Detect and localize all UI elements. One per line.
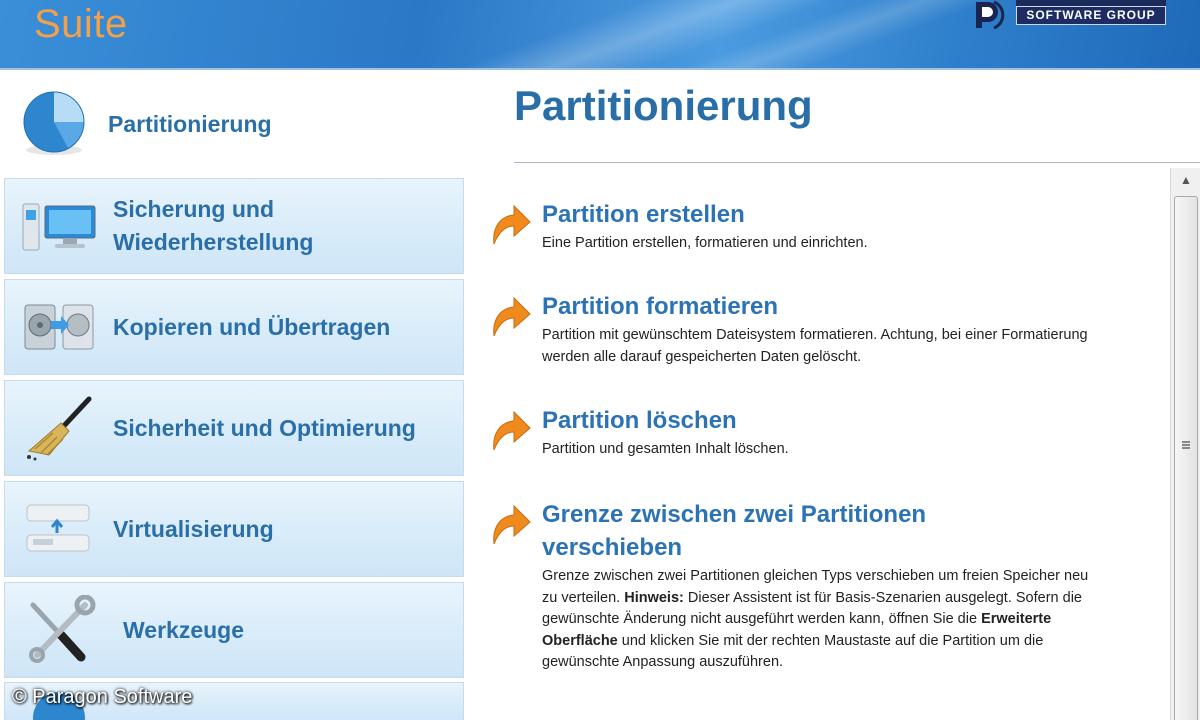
task-title[interactable]: Partition erstellen [542,198,1132,231]
copy-disk-icon [19,292,99,362]
main-panel: Partitionierung Partition erstellen Eine… [470,72,1200,720]
task-title[interactable]: Partition löschen [542,404,1132,437]
sidebar-item-label: Sicherung und Wiederherstellung [113,196,314,255]
task-description: Partition mit gewünschtem Dateisystem fo… [542,327,1088,365]
brand-wordmark: SOFTWARE GROUP [1016,0,1166,25]
task-grenze-verschieben[interactable]: Grenze zwischen zwei Partitionen verschi… [493,498,1132,674]
virtual-drive-icon [19,494,99,564]
orange-arrow-icon [493,204,531,245]
scroll-up-arrow-icon[interactable]: ▲ [1171,168,1200,192]
sidebar-item-sicherheit[interactable]: Sicherheit und Optimierung [4,380,464,476]
task-title[interactable]: Partition formatieren [542,290,1132,323]
app-title: Suite [34,2,128,46]
orange-arrow-icon [493,504,531,545]
vertical-scrollbar[interactable]: ▲ [1170,168,1200,720]
backup-computer-icon [19,191,99,261]
pie-chart-icon [14,89,94,159]
desc-hint-label: Hinweis: [624,589,684,606]
sidebar-item-kopieren[interactable]: Kopieren und Übertragen [4,279,464,375]
brand-logo-area: SOFTWARE GROUP [972,0,1166,30]
sidebar-item-virtualisierung[interactable]: Virtualisierung [4,481,464,577]
sidebar: Partitionierung Sicherung und Wiederhers… [0,72,470,720]
broom-icon [19,393,99,463]
task-partition-loeschen[interactable]: Partition löschen Partition und gesamten… [493,404,1132,461]
orange-arrow-icon [493,410,531,451]
grip-icon [1182,441,1190,449]
sidebar-item-partitionierung[interactable]: Partitionierung [0,72,470,176]
task-list: Partition erstellen Eine Partition erste… [470,168,1170,720]
scroll-thumb[interactable] [1174,196,1198,720]
copyright-watermark: © Paragon Software [12,686,193,708]
task-description: Eine Partition erstellen, formatieren un… [542,235,868,251]
desc-text: und klicken Sie mit der rechten Maustast… [542,632,1044,671]
task-title[interactable]: Grenze zwischen zwei Partitionen verschi… [542,498,982,564]
task-partition-erstellen[interactable]: Partition erstellen Eine Partition erste… [493,198,1132,255]
title-divider [514,162,1200,163]
page-title: Partitionierung [514,82,813,129]
sidebar-item-label: Partitionierung [108,110,272,137]
sidebar-item-label: Werkzeuge [123,616,245,643]
sidebar-item-werkzeuge[interactable]: Werkzeuge [4,582,464,678]
tools-icon [19,595,99,665]
sidebar-item-label: Virtualisierung [113,515,274,542]
paragon-logo-icon [976,0,1005,30]
brand-text: SOFTWARE GROUP [1016,6,1166,25]
header-decoration [600,0,1000,68]
task-partition-formatieren[interactable]: Partition formatieren Partition mit gewü… [493,290,1132,368]
task-description: Grenze zwischen zwei Partitionen gleiche… [542,566,1097,674]
orange-arrow-icon [493,296,531,337]
task-description: Partition und gesamten Inhalt löschen. [542,441,789,457]
app-header: Suite SOFTWARE GROUP [0,0,1200,70]
sidebar-item-label: Sicherheit und Optimierung [113,414,416,441]
sidebar-item-label: Kopieren und Übertragen [113,313,391,340]
sidebar-item-sicherung[interactable]: Sicherung und Wiederherstellung [4,178,464,274]
